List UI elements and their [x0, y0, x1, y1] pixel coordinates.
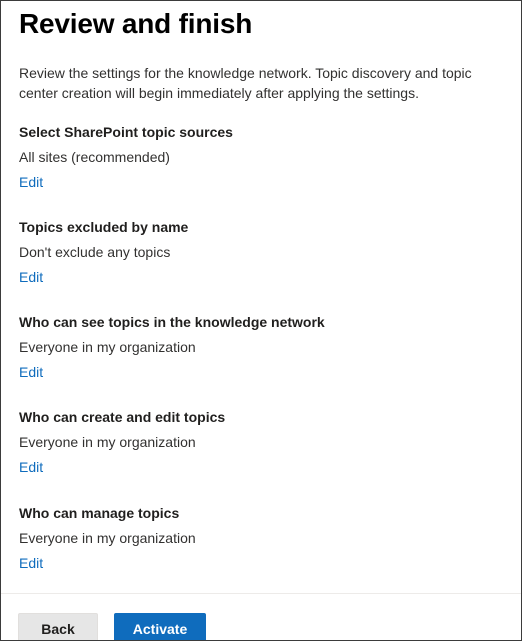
section-heading: Select SharePoint topic sources: [19, 124, 233, 140]
section-value: Don't exclude any topics: [19, 244, 171, 260]
activate-button[interactable]: Activate: [114, 613, 206, 640]
section-heading: Topics excluded by name: [19, 219, 189, 235]
section-heading: Who can see topics in the knowledge netw…: [19, 314, 325, 330]
section-value: Everyone in my organization: [19, 434, 196, 450]
review-and-finish-panel: Review and finish Review the settings fo…: [0, 0, 522, 641]
section-heading: Who can manage topics: [19, 505, 180, 521]
intro-text: Review the settings for the knowledge ne…: [19, 65, 472, 101]
section-who-can-see-topics: Who can see topics in the knowledge netw…: [19, 312, 509, 382]
section-topic-sources: Select SharePoint topic sources All site…: [19, 122, 509, 192]
section-who-can-create-edit: Who can create and edit topics Everyone …: [19, 407, 509, 477]
page-title: Review and finish: [19, 8, 253, 39]
edit-topic-sources-link[interactable]: Edit: [19, 172, 43, 192]
edit-who-can-create-link[interactable]: Edit: [19, 457, 43, 477]
section-value: Everyone in my organization: [19, 530, 196, 546]
edit-who-can-see-link[interactable]: Edit: [19, 362, 43, 382]
footer-actions: Back Activate: [1, 593, 521, 640]
section-value: All sites (recommended): [19, 149, 170, 165]
section-heading: Who can create and edit topics: [19, 409, 226, 425]
edit-who-can-manage-link[interactable]: Edit: [19, 553, 43, 573]
section-who-can-manage: Who can manage topics Everyone in my org…: [19, 503, 509, 573]
section-value: Everyone in my organization: [19, 339, 196, 355]
section-topics-excluded: Topics excluded by name Don't exclude an…: [19, 217, 509, 287]
back-button[interactable]: Back: [18, 613, 98, 640]
edit-topics-excluded-link[interactable]: Edit: [19, 267, 43, 287]
